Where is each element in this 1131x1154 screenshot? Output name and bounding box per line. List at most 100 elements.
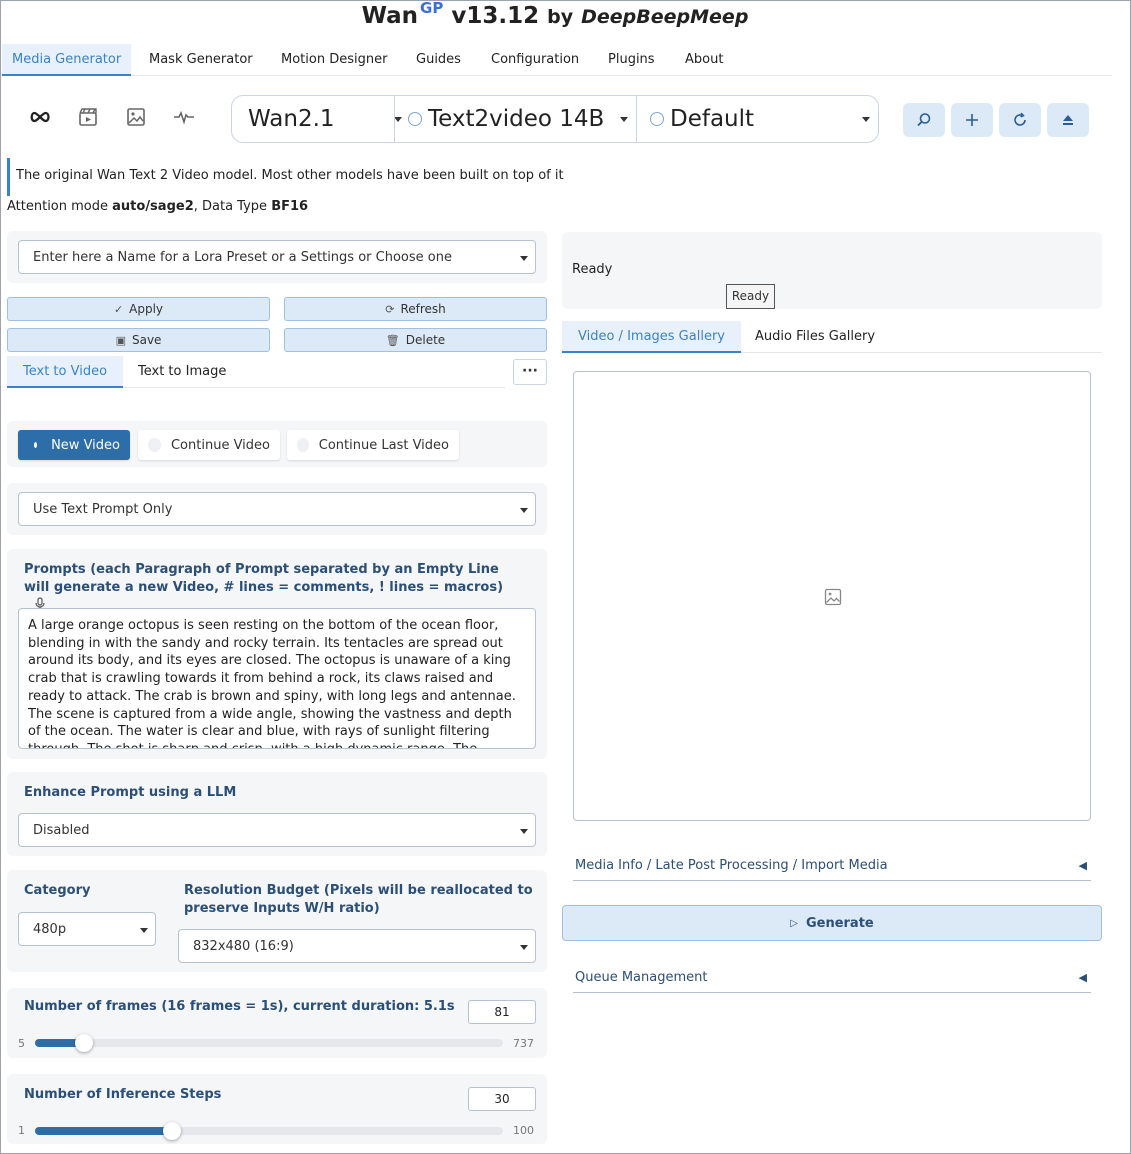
- media-gallery[interactable]: [573, 371, 1091, 821]
- resolution-label: Resolution Budget (Pixels will be reallo…: [184, 883, 533, 916]
- steps-slider-fill: [35, 1127, 172, 1135]
- app-superscript: GP: [420, 0, 444, 17]
- image-icon[interactable]: [124, 105, 148, 129]
- steps-number-input[interactable]: 30: [468, 1087, 536, 1111]
- new-video-radio[interactable]: New Video: [18, 430, 130, 460]
- status-panel: Ready: [562, 232, 1102, 309]
- steps-slider[interactable]: [35, 1122, 503, 1140]
- divider: [394, 96, 395, 142]
- enhance-prompt-dropdown[interactable]: Disabled: [18, 813, 536, 847]
- steps-min: 1: [18, 1124, 25, 1137]
- chevron-down-icon: [520, 256, 528, 261]
- status-text: Ready: [572, 262, 613, 277]
- attention-mode: auto/sage2: [112, 199, 194, 214]
- radio-icon: [408, 112, 422, 126]
- image-placeholder-icon: [824, 588, 842, 606]
- chevron-down-icon: [520, 945, 528, 950]
- tab-motion-designer[interactable]: Motion Designer: [281, 44, 387, 76]
- chevron-down-icon: [520, 508, 528, 513]
- frames-min: 5: [18, 1037, 25, 1050]
- refresh-icon: [1014, 112, 1026, 126]
- frames-slider-thumb[interactable]: [75, 1034, 93, 1052]
- chevron-down-icon: [394, 117, 402, 122]
- play-icon: ▷: [790, 917, 798, 929]
- apply-button[interactable]: ✓ Apply: [7, 297, 270, 321]
- refresh-button[interactable]: ⟳ Refresh: [284, 297, 547, 321]
- steps-label: Number of Inference Steps: [24, 1087, 222, 1102]
- queue-management-accordion[interactable]: Queue Management ◀: [573, 965, 1091, 993]
- category-dropdown[interactable]: 480p: [18, 912, 156, 946]
- attention-middle: , Data Type: [193, 199, 272, 214]
- eject-button[interactable]: [1047, 103, 1089, 137]
- tab-media-generator[interactable]: Media Generator: [2, 44, 132, 76]
- delete-label: Delete: [405, 333, 446, 347]
- model-selector: Wan2.1 Text2video 14B Default: [231, 95, 879, 143]
- generate-label: Generate: [805, 915, 874, 931]
- save-label: Save: [131, 333, 162, 347]
- frames-label: Number of frames (16 frames = 1s), curre…: [24, 999, 455, 1014]
- continue-video-radio[interactable]: Continue Video: [138, 430, 280, 460]
- reload-button[interactable]: [999, 103, 1041, 137]
- tab-video-images-gallery[interactable]: Video / Images Gallery: [562, 321, 741, 353]
- radio-icon: [297, 438, 309, 452]
- search-icon: [917, 113, 931, 127]
- model-dropdown[interactable]: Text2video 14B: [408, 96, 636, 142]
- more-options-button[interactable]: ···: [513, 359, 547, 385]
- continue-video-label: Continue Video: [170, 437, 270, 453]
- profile-value: Default: [670, 106, 755, 132]
- frames-number-input[interactable]: 81: [468, 1000, 536, 1024]
- tab-plugins[interactable]: Plugins: [608, 44, 655, 76]
- refresh-icon: ⟳: [385, 302, 395, 316]
- generation-type-tabs: Text to Video Text to Image: [7, 356, 505, 388]
- infinity-icon[interactable]: [28, 105, 52, 129]
- frames-slider[interactable]: [35, 1034, 503, 1052]
- status-tooltip: Ready: [726, 284, 775, 309]
- waveform-icon[interactable]: [172, 105, 196, 129]
- plus-icon: [966, 114, 978, 126]
- chevron-down-icon: [620, 117, 628, 122]
- delete-button[interactable]: 🗑 Delete: [284, 328, 547, 352]
- media-info-label: Media Info / Late Post Processing / Impo…: [575, 858, 888, 873]
- lora-preset-dropdown[interactable]: Enter here a Name for a Lora Preset or a…: [18, 240, 536, 274]
- trash-icon: 🗑: [385, 333, 400, 347]
- tab-mask-generator[interactable]: Mask Generator: [149, 44, 253, 76]
- tab-configuration[interactable]: Configuration: [491, 44, 579, 76]
- radio-dot-icon: [34, 442, 38, 448]
- app-title: Wan GP v13.12 by DeepBeepMeep: [1, 0, 1109, 29]
- prompt-type-dropdown[interactable]: Use Text Prompt Only: [18, 492, 536, 526]
- category-value: 480p: [33, 921, 67, 937]
- tab-text-to-image[interactable]: Text to Image: [138, 356, 226, 388]
- chevron-down-icon: [520, 829, 528, 834]
- by-label: by: [547, 6, 574, 28]
- media-info-accordion[interactable]: Media Info / Late Post Processing / Impo…: [573, 853, 1091, 881]
- tab-guides[interactable]: Guides: [416, 44, 461, 76]
- steps-slider-thumb[interactable]: [163, 1122, 181, 1140]
- new-video-label: New Video: [51, 437, 120, 453]
- attention-prefix: Attention mode: [7, 199, 113, 214]
- chevron-down-icon: [140, 928, 148, 933]
- continue-last-video-radio[interactable]: Continue Last Video: [287, 430, 459, 460]
- tab-text-to-video[interactable]: Text to Video: [7, 356, 124, 388]
- prompt-type-value: Use Text Prompt Only: [33, 501, 173, 517]
- model-description: The original Wan Text 2 Video model. Mos…: [7, 158, 564, 196]
- attention-info: Attention mode auto/sage2, Data Type BF1…: [7, 199, 308, 214]
- frames-max: 737: [513, 1037, 534, 1050]
- search-button[interactable]: [903, 103, 945, 137]
- tab-audio-files-gallery[interactable]: Audio Files Gallery: [755, 321, 875, 353]
- app-name: Wan: [361, 3, 419, 29]
- resolution-dropdown[interactable]: 832x480 (16:9): [178, 929, 536, 963]
- radio-icon: [650, 112, 664, 126]
- continue-last-video-label: Continue Last Video: [318, 437, 449, 453]
- prompts-label: Prompts (each Paragraph of Prompt separa…: [24, 561, 524, 615]
- tab-about[interactable]: About: [685, 44, 723, 76]
- check-icon: ✓: [113, 302, 124, 316]
- model-family-dropdown[interactable]: Wan2.1: [248, 96, 402, 142]
- prompt-textarea[interactable]: A large orange octopus is seen resting o…: [18, 608, 536, 749]
- steps-max: 100: [513, 1124, 534, 1137]
- add-button[interactable]: [951, 103, 993, 137]
- generate-button[interactable]: ▷ Generate: [562, 905, 1102, 941]
- save-button[interactable]: ▣ Save: [7, 328, 270, 352]
- radio-icon: [148, 438, 161, 452]
- clapperboard-icon[interactable]: [76, 105, 100, 129]
- profile-dropdown[interactable]: Default: [650, 96, 878, 142]
